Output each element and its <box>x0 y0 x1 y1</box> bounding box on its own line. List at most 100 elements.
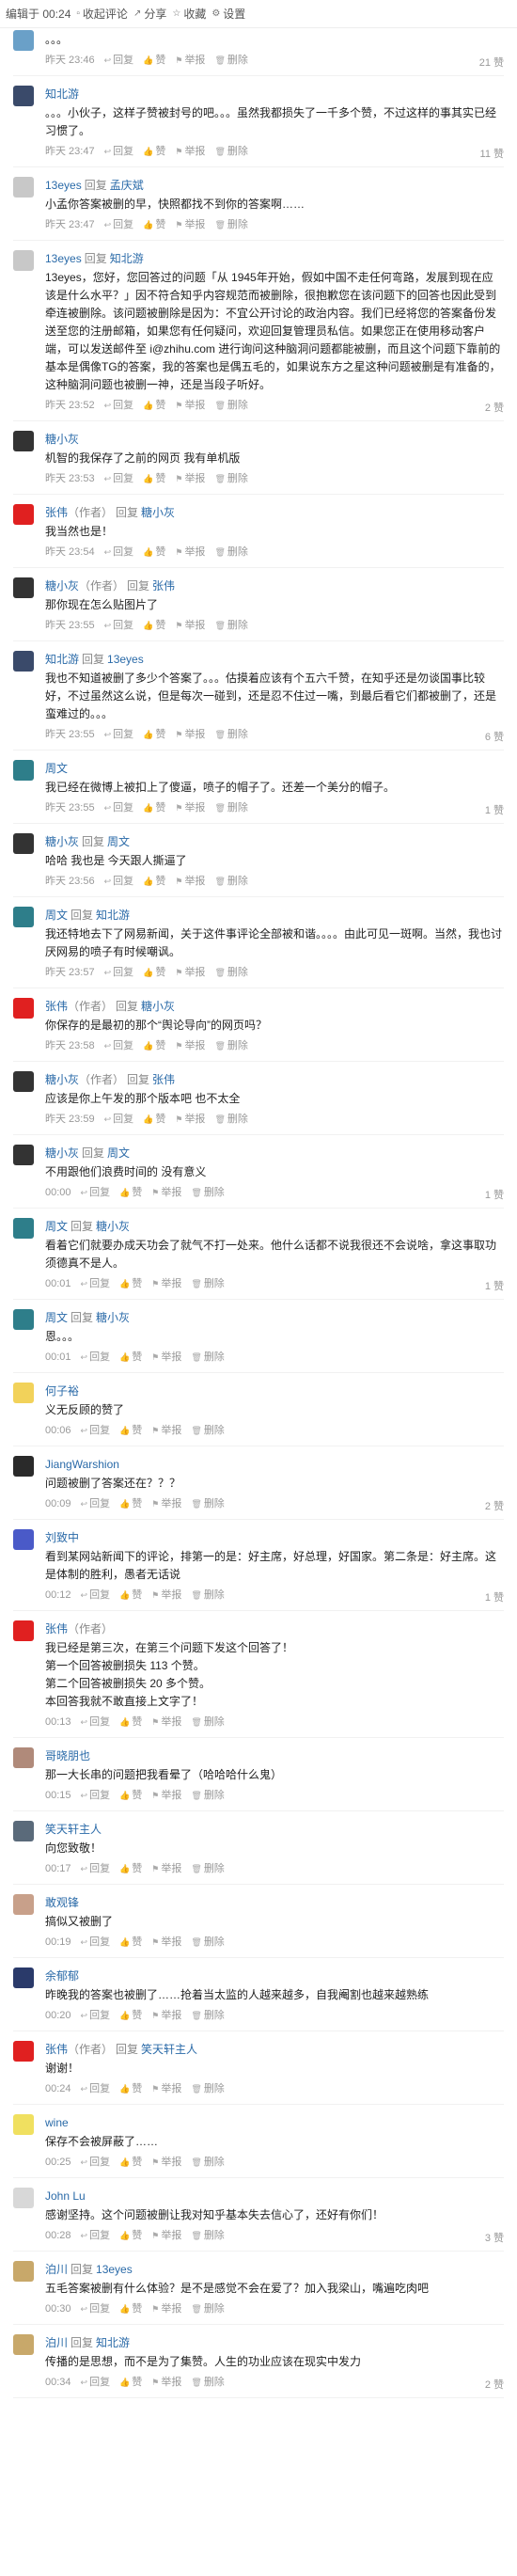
reply-button[interactable]: ↩ 回复 <box>104 964 134 982</box>
report-button[interactable]: ⚑ 举报 <box>175 143 205 161</box>
delete-button[interactable]: 🗑 删除 <box>214 873 247 891</box>
delete-button[interactable]: 🗑 删除 <box>214 964 247 982</box>
report-button[interactable]: ⚑ 举报 <box>175 726 205 744</box>
delete-button[interactable]: 🗑 删除 <box>214 799 247 817</box>
like-button[interactable]: 👍 赞 <box>143 1037 165 1055</box>
like-button[interactable]: 👍 赞 <box>119 1422 142 1440</box>
author-link[interactable]: 泊川 <box>45 2336 68 2349</box>
report-button[interactable]: ⚑ 举报 <box>175 873 205 891</box>
avatar[interactable] <box>13 1747 34 1768</box>
reply-to-link[interactable]: 13eyes <box>96 2263 133 2276</box>
reply-button[interactable]: ↩ 回复 <box>81 1422 111 1440</box>
delete-button[interactable]: 🗑 删除 <box>191 1422 224 1440</box>
report-button[interactable]: ⚑ 举报 <box>151 2374 181 2392</box>
author-link[interactable]: 周文 <box>45 762 68 775</box>
reply-button[interactable]: ↩ 回复 <box>104 470 134 488</box>
delete-button[interactable]: 🗑 删除 <box>214 216 247 234</box>
like-button[interactable]: 👍 赞 <box>119 1787 142 1805</box>
reply-button[interactable]: ↩ 回复 <box>81 2007 111 2025</box>
reply-button[interactable]: ↩ 回复 <box>81 2080 111 2098</box>
report-button[interactable]: ⚑ 举报 <box>151 1714 181 1731</box>
report-button[interactable]: ⚑ 举报 <box>175 470 205 488</box>
report-button[interactable]: ⚑ 举报 <box>151 1587 181 1604</box>
delete-button[interactable]: 🗑 删除 <box>191 1275 224 1293</box>
reply-button[interactable]: ↩ 回复 <box>104 1111 134 1129</box>
avatar[interactable] <box>13 2261 34 2282</box>
reply-to-link[interactable]: 知北游 <box>96 909 130 922</box>
like-button[interactable]: 👍 赞 <box>143 964 165 982</box>
avatar[interactable] <box>13 177 34 198</box>
avatar[interactable] <box>13 760 34 781</box>
author-link[interactable]: 糖小灰 <box>45 433 79 446</box>
report-button[interactable]: ⚑ 举报 <box>175 617 205 635</box>
delete-button[interactable]: 🗑 删除 <box>191 1787 224 1805</box>
author-link[interactable]: 13eyes <box>45 179 82 192</box>
report-button[interactable]: ⚑ 举报 <box>151 1860 181 1878</box>
delete-button[interactable]: 🗑 删除 <box>191 1184 224 1202</box>
reply-to-link[interactable]: 13eyes <box>107 653 144 666</box>
avatar[interactable] <box>13 30 34 51</box>
like-button[interactable]: 👍 赞 <box>119 1860 142 1878</box>
delete-button[interactable]: 🗑 删除 <box>191 2227 224 2245</box>
reply-to-link[interactable]: 笑天轩主人 <box>141 2043 197 2056</box>
reply-button[interactable]: ↩ 回复 <box>81 1495 111 1513</box>
author-link[interactable]: 张伟 <box>45 2043 68 2056</box>
author-link[interactable]: John Lu <box>45 2189 86 2203</box>
like-button[interactable]: 👍 赞 <box>143 799 165 817</box>
report-button[interactable]: ⚑ 举报 <box>175 397 205 415</box>
delete-button[interactable]: 🗑 删除 <box>191 1934 224 1952</box>
like-button[interactable]: 👍 赞 <box>119 2007 142 2025</box>
delete-button[interactable]: 🗑 删除 <box>214 397 247 415</box>
reply-to-link[interactable]: 张伟 <box>152 579 175 593</box>
reply-button[interactable]: ↩ 回复 <box>104 216 134 234</box>
reply-button[interactable]: ↩ 回复 <box>104 544 134 561</box>
delete-button[interactable]: 🗑 删除 <box>191 2080 224 2098</box>
author-link[interactable]: 张伟 <box>45 506 68 519</box>
avatar[interactable] <box>13 1821 34 1841</box>
reply-button[interactable]: ↩ 回复 <box>104 799 134 817</box>
reply-button[interactable]: ↩ 回复 <box>104 873 134 891</box>
reply-to-link[interactable]: 知北游 <box>110 252 144 265</box>
like-button[interactable]: 👍 赞 <box>119 1184 142 1202</box>
collect-button[interactable]: ☆ 收藏 <box>166 6 206 22</box>
avatar[interactable] <box>13 1620 34 1641</box>
delete-button[interactable]: 🗑 删除 <box>191 2300 224 2318</box>
report-button[interactable]: ⚑ 举报 <box>151 2154 181 2172</box>
report-button[interactable]: ⚑ 举报 <box>175 964 205 982</box>
like-button[interactable]: 👍 赞 <box>143 470 165 488</box>
delete-button[interactable]: 🗑 删除 <box>191 2154 224 2172</box>
avatar[interactable] <box>13 1456 34 1477</box>
settings-button[interactable]: ⚙ 设置 <box>206 6 245 22</box>
like-button[interactable]: 👍 赞 <box>143 617 165 635</box>
author-link[interactable]: 张伟 <box>45 1000 68 1013</box>
report-button[interactable]: ⚑ 举报 <box>175 799 205 817</box>
reply-button[interactable]: ↩ 回复 <box>104 143 134 161</box>
like-button[interactable]: 👍 赞 <box>143 216 165 234</box>
reply-to-link[interactable]: 周文 <box>107 1146 130 1160</box>
author-link[interactable]: 余郁郁 <box>45 1969 79 1983</box>
report-button[interactable]: ⚑ 举报 <box>151 1495 181 1513</box>
like-button[interactable]: 👍 赞 <box>119 2154 142 2172</box>
avatar[interactable] <box>13 431 34 451</box>
delete-button[interactable]: 🗑 删除 <box>214 544 247 561</box>
author-link[interactable]: 何子裕 <box>45 1384 79 1398</box>
avatar[interactable] <box>13 2334 34 2355</box>
reply-button[interactable]: ↩ 回复 <box>81 1934 111 1952</box>
author-link[interactable]: 周文 <box>45 1311 68 1324</box>
author-link[interactable]: 张伟 <box>45 1622 68 1636</box>
author-link[interactable]: JiangWarshion <box>45 1458 119 1471</box>
author-link[interactable]: 知北游 <box>45 87 79 101</box>
reply-button[interactable]: ↩ 回复 <box>81 1787 111 1805</box>
report-button[interactable]: ⚑ 举报 <box>175 1111 205 1129</box>
like-button[interactable]: 👍 赞 <box>119 2080 142 2098</box>
delete-button[interactable]: 🗑 删除 <box>214 726 247 744</box>
like-button[interactable]: 👍 赞 <box>119 1714 142 1731</box>
avatar[interactable] <box>13 1968 34 1988</box>
delete-button[interactable]: 🗑 删除 <box>191 1349 224 1367</box>
like-button[interactable]: 👍 赞 <box>143 726 165 744</box>
reply-to-link[interactable]: 糖小灰 <box>96 1311 130 1324</box>
like-button[interactable]: 👍 赞 <box>119 1349 142 1367</box>
reply-button[interactable]: ↩ 回复 <box>81 2374 111 2392</box>
reply-button[interactable]: ↩ 回复 <box>81 1714 111 1731</box>
avatar[interactable] <box>13 1383 34 1403</box>
